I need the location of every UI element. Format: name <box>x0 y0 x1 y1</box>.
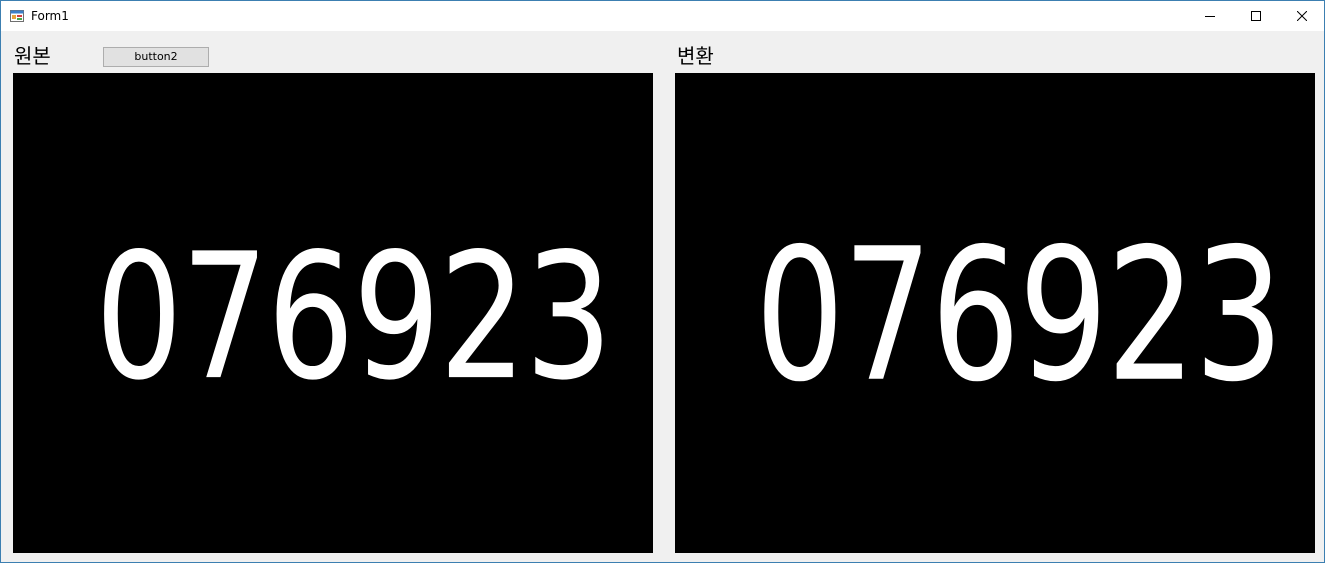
converted-image-digits: 076923 <box>755 210 1284 423</box>
minimize-button[interactable] <box>1187 1 1233 31</box>
button2[interactable]: button2 <box>103 47 209 67</box>
close-icon <box>1297 11 1307 21</box>
original-image-digits: 076923 <box>95 217 613 419</box>
winforms-app-icon <box>10 10 24 22</box>
maximize-button[interactable] <box>1233 1 1279 31</box>
maximize-icon <box>1251 11 1261 21</box>
title-bar[interactable]: Form1 <box>1 1 1324 31</box>
original-picturebox: 076923 <box>13 73 653 553</box>
form-window: Form1 원본 button2 변환 076923 076923 <box>0 0 1325 563</box>
minimize-icon <box>1205 16 1215 17</box>
converted-picturebox: 076923 <box>675 73 1315 553</box>
converted-label: 변환 <box>677 44 714 68</box>
original-label: 원본 <box>14 44 51 68</box>
window-title: Form1 <box>31 9 69 23</box>
close-button[interactable] <box>1279 1 1324 31</box>
